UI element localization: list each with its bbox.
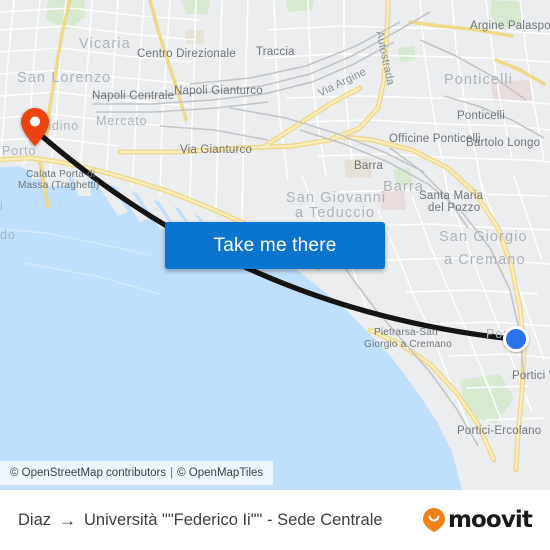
arrow-right-icon: → bbox=[59, 510, 77, 530]
moovit-route-screenshot: Vicaria Centro Direzionale Traccia San Lore… bbox=[0, 0, 550, 550]
openmaptiles-attribution-link[interactable]: © OpenMapTiles bbox=[177, 467, 263, 479]
take-me-there-button[interactable]: Take me there bbox=[165, 222, 385, 269]
destination-marker-dot[interactable] bbox=[503, 326, 529, 352]
route-origin-label: Diaz bbox=[18, 510, 52, 529]
route-destination-label: Università ""Federico Ii"" - Sede Centra… bbox=[84, 510, 383, 529]
route-footer: Diaz → Università ""Federico Ii"" - Sede… bbox=[0, 490, 550, 550]
map-attribution: © OpenStreetMap contributors | © OpenMap… bbox=[0, 461, 274, 485]
moovit-wordmark: moovit bbox=[447, 506, 533, 533]
osm-attribution-link[interactable]: © OpenStreetMap contributors bbox=[10, 467, 166, 479]
route-summary: Diaz → Università ""Federico Ii"" - Sede… bbox=[18, 511, 383, 530]
map-canvas[interactable]: Vicaria Centro Direzionale Traccia San Lore… bbox=[0, 0, 550, 490]
moovit-pin-icon bbox=[422, 508, 445, 532]
origin-marker-pin[interactable] bbox=[21, 108, 49, 146]
attribution-separator: | bbox=[170, 467, 174, 479]
moovit-logo[interactable]: moovit bbox=[422, 506, 533, 533]
